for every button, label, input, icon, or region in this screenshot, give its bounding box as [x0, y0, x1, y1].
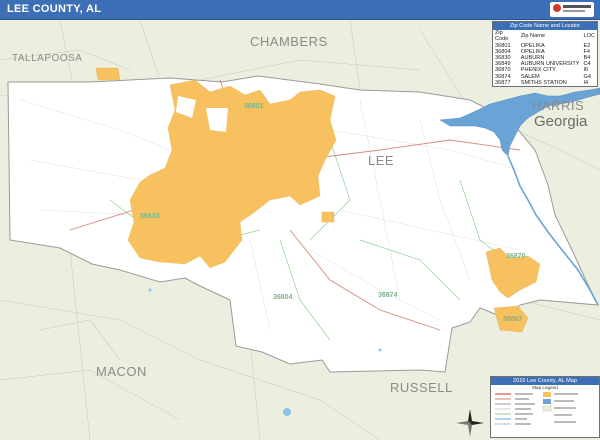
zip-label: 36801	[244, 103, 264, 110]
map-key-header: 2016 Lee County, AL Map	[491, 377, 599, 385]
legend-col-loc: LOC	[583, 33, 595, 40]
tallapoosa-county-label: TALLAPOOSA	[12, 53, 83, 64]
map-key-text-placeholders	[515, 393, 535, 425]
legend-zip-name: SMITHS STATION	[520, 79, 567, 86]
legend-table: Zip Code Zip Name LOC 36801 OPELIKA E2 368…	[493, 30, 597, 86]
map-key-subheader: Map Legend	[532, 385, 558, 390]
map-key-lines	[495, 393, 511, 425]
legend-col-name: Zip Name	[520, 33, 545, 40]
zip-label: 36804	[273, 294, 293, 301]
map-key-swatches	[495, 392, 578, 425]
legend-zip: 36877	[495, 79, 511, 86]
legend-col-zip: Zip Code	[495, 30, 509, 43]
zip-label: 36874	[378, 292, 398, 299]
chambers-county-label: CHAMBERS	[250, 34, 328, 49]
map-key: 2016 Lee County, AL Map Map Legend	[490, 376, 600, 438]
legend-header-row: Zip Code Zip Name LOC	[493, 30, 597, 42]
publisher-logo-icon	[550, 2, 594, 17]
harris-county-label: HARRIS	[532, 98, 585, 113]
legend-loc: I4	[583, 79, 589, 86]
russell-county-label: RUSSELL	[390, 380, 453, 395]
zip-label: 36830	[140, 213, 160, 220]
zip-label: 36870	[506, 253, 526, 260]
legend-header: Zip Code Name and Locator	[493, 22, 597, 31]
compass-rose-icon	[456, 409, 484, 437]
georgia-state-label: Georgia	[534, 113, 588, 130]
title-bar: LEE COUNTY, AL	[0, 0, 600, 20]
macon-county-label: MACON	[96, 364, 147, 379]
map-title: LEE COUNTY, AL	[7, 3, 102, 15]
zip-locator-legend: Zip Code Name and Locator Zip Code Zip N…	[492, 21, 598, 88]
legend-row: 36877 SMITHS STATION I4	[493, 80, 597, 86]
lee-county-label: LEE	[368, 153, 395, 168]
zip-label: 36867	[503, 316, 523, 323]
